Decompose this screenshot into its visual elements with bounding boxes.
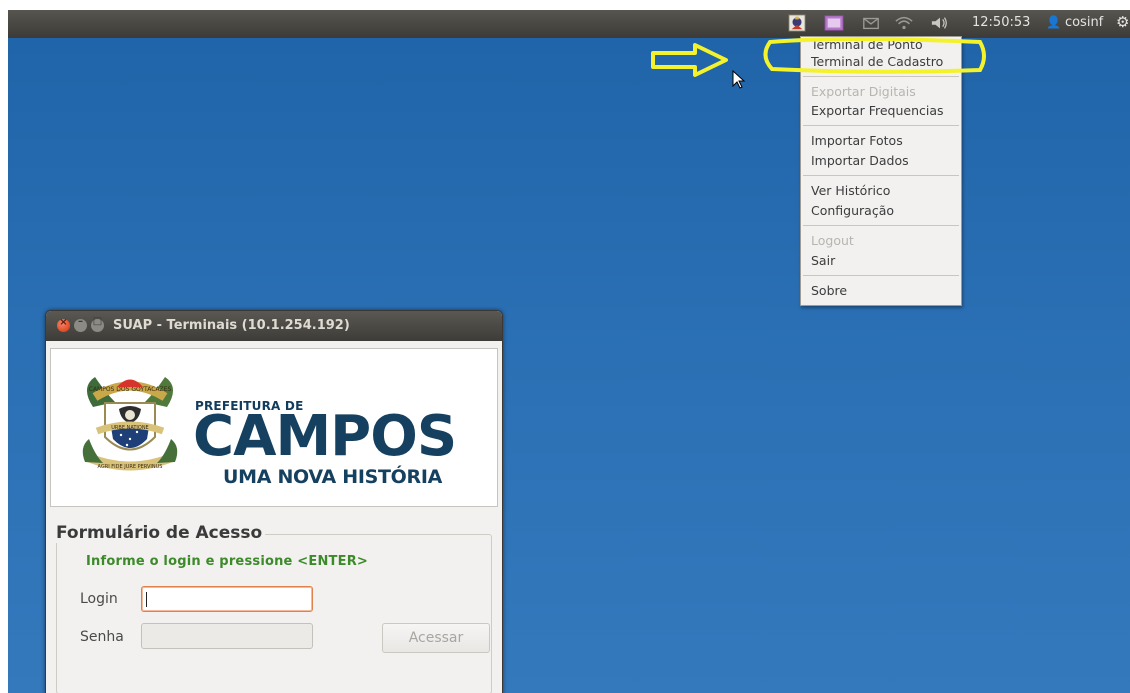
senha-label: Senha: [80, 629, 124, 645]
clock[interactable]: 12:50:53: [972, 15, 1030, 30]
logo-banner: CAMPOS DOS GOYTACAZES URBE NATIONE AGRI …: [50, 348, 498, 507]
username: cosinf: [1064, 15, 1104, 30]
login-label: Login: [80, 591, 118, 607]
calendar-icon[interactable]: [823, 14, 845, 32]
acessar-button[interactable]: Acessar: [382, 623, 490, 653]
menu-item-logout: Logout: [811, 233, 854, 248]
volume-icon[interactable]: [929, 14, 951, 32]
indicator-menu: Terminal de Ponto Terminal de Cadastro E…: [800, 36, 962, 306]
form-legend: Formulário de Acesso: [56, 523, 266, 543]
menu-separator: [803, 125, 959, 126]
crest-banner-mid: URBE NATIONE: [111, 425, 148, 431]
menu-item-configuracao[interactable]: Configuração: [811, 203, 894, 218]
app-indicator-icon[interactable]: [787, 14, 807, 32]
login-input[interactable]: [141, 586, 313, 612]
window-title: SUAP - Terminais (10.1.254.192): [113, 318, 350, 333]
top-panel: 12:50:53 👤 cosinf ⚙: [8, 10, 1130, 38]
desktop: 12:50:53 👤 cosinf ⚙ Terminal de Ponto Ter…: [8, 10, 1130, 693]
menu-item-importar-fotos[interactable]: Importar Fotos: [811, 133, 903, 148]
suap-terminal-window: × – □ SUAP - Terminais (10.1.254.192) CA…: [45, 310, 503, 693]
text-caret: [146, 592, 147, 607]
mail-icon[interactable]: [861, 14, 881, 32]
annotation-arrow: [651, 43, 728, 77]
annotation-highlight: [763, 37, 986, 74]
logo-line-campos: CAMPOS: [193, 404, 457, 469]
password-input[interactable]: [141, 623, 313, 649]
form-hint: Informe o login e pressione <ENTER>: [86, 554, 369, 569]
menu-item-exportar-digitais: Exportar Digitais: [811, 84, 916, 99]
menu-item-ver-historico[interactable]: Ver Histórico: [811, 183, 890, 198]
window-titlebar[interactable]: × – □ SUAP - Terminais (10.1.254.192): [46, 311, 502, 341]
user-icon: 👤: [1046, 15, 1061, 29]
menu-item-sobre[interactable]: Sobre: [811, 283, 847, 298]
menu-item-exportar-frequencias[interactable]: Exportar Frequencias: [811, 103, 944, 118]
city-crest-logo: CAMPOS DOS GOYTACAZES URBE NATIONE AGRI …: [82, 377, 178, 471]
close-icon[interactable]: ×: [57, 317, 70, 332]
menu-item-sair[interactable]: Sair: [811, 253, 835, 268]
power-icon[interactable]: ⚙: [1116, 13, 1129, 31]
menu-separator: [803, 175, 959, 176]
menu-separator: [803, 275, 959, 276]
user-menu[interactable]: 👤 cosinf: [1046, 15, 1103, 30]
minimize-icon[interactable]: –: [74, 316, 87, 332]
crest-banner-bottom: AGRI FIDE JURE PERVINUS: [98, 464, 163, 470]
logo-line-slogan: UMA NOVA HISTÓRIA: [223, 466, 443, 488]
menu-item-importar-dados[interactable]: Importar Dados: [811, 153, 909, 168]
mouse-cursor: [732, 70, 746, 89]
menu-separator: [803, 225, 959, 226]
wifi-icon[interactable]: [893, 14, 915, 32]
maximize-icon[interactable]: □: [91, 316, 104, 332]
menu-separator: [803, 76, 959, 77]
crest-banner-top: CAMPOS DOS GOYTACAZES: [89, 386, 172, 393]
